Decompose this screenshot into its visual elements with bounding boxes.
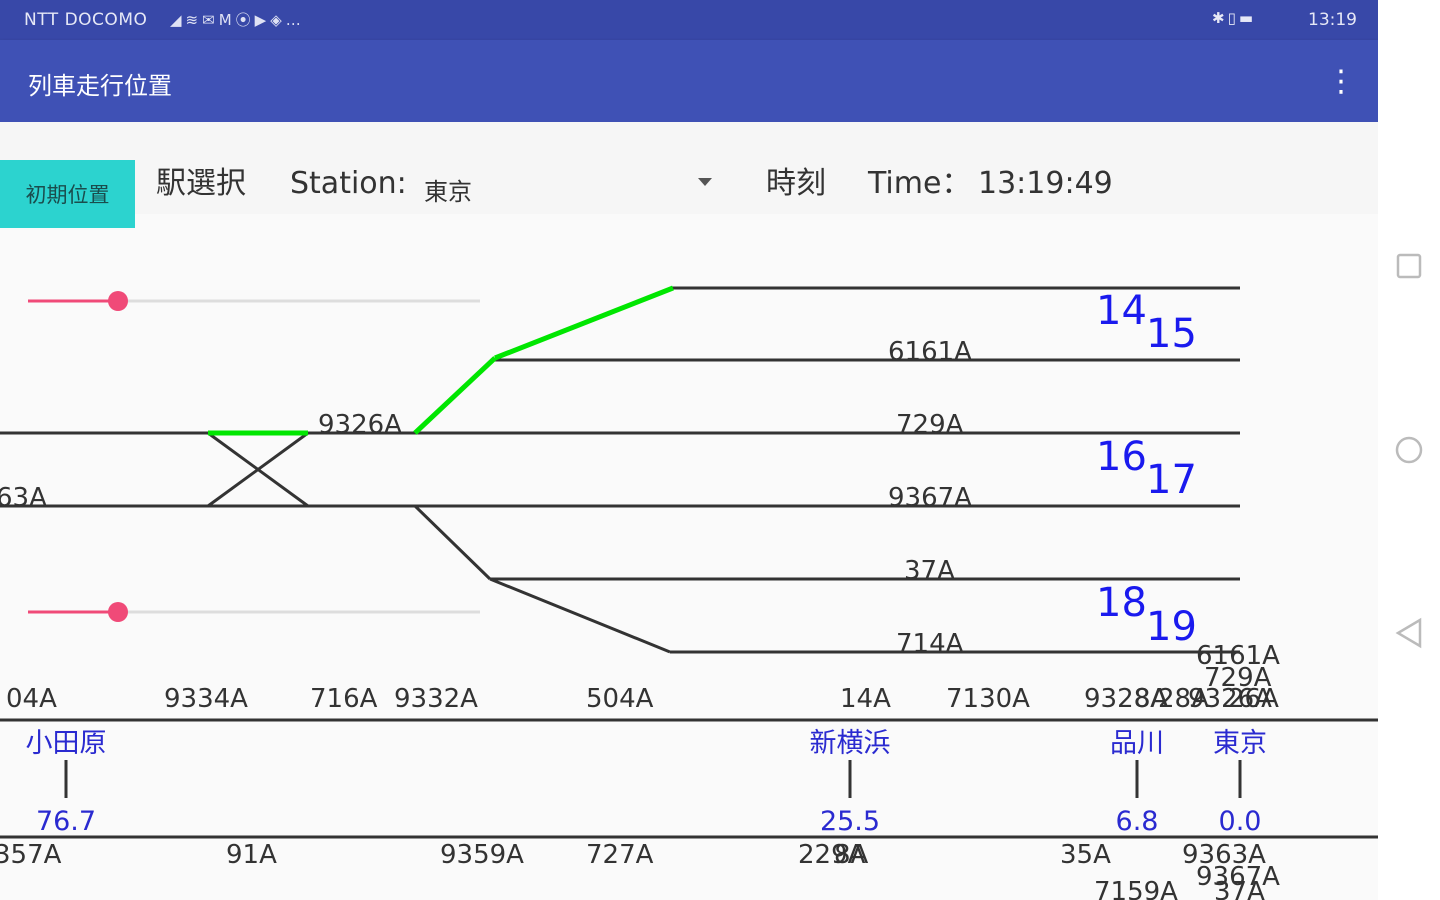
- station-km: 25.5: [820, 806, 880, 837]
- train-label: 7159A: [1094, 877, 1178, 900]
- train-label: 504A: [586, 684, 654, 714]
- station-shinagawa[interactable]: 品川 6.8: [1110, 728, 1164, 837]
- platform-number: 14: [1096, 288, 1147, 334]
- slider-thumb[interactable]: [108, 291, 128, 311]
- lower-slider[interactable]: [28, 602, 480, 622]
- platform-number: 16: [1096, 434, 1147, 480]
- train-label: 9334A: [164, 684, 248, 714]
- train-label: 727A: [586, 840, 654, 870]
- train-label: 716A: [310, 684, 378, 714]
- recent-apps-icon[interactable]: [1396, 253, 1422, 279]
- platform-number: 19: [1146, 604, 1197, 650]
- route-segment: [413, 356, 497, 435]
- station-tokyo[interactable]: 東京 0.0: [1213, 728, 1267, 837]
- station-odawara[interactable]: 小田原 76.7: [26, 728, 107, 837]
- app-screen: NTT DOCOMO ◢≋✉M⦿▶◈… ✱▯▬ 13:19 列車走行位置 ⋮ 初…: [0, 0, 1378, 900]
- train-label: 9367A: [888, 483, 972, 513]
- train-label: 9326A: [318, 410, 402, 440]
- train-label: 26A: [1228, 684, 1279, 714]
- platform-numbers: 14 15 16 17 18 19: [1096, 288, 1197, 650]
- train-label: 9359A: [440, 840, 524, 870]
- home-icon[interactable]: [1395, 436, 1423, 464]
- station-shin-yokohama[interactable]: 新横浜 25.5: [810, 728, 891, 837]
- train-label: 63A: [0, 483, 47, 513]
- station-km: 0.0: [1219, 806, 1262, 837]
- navigation-bar: [1378, 0, 1440, 900]
- upper-train-row: 04A 9334A 716A 9332A 504A 14A 7130A 9328…: [6, 684, 1279, 714]
- train-label: 7130A: [946, 684, 1030, 714]
- station-markers: 小田原 76.7 新横浜 25.5 品川 6.8 東京 0.0: [26, 728, 1268, 837]
- station-km: 6.8: [1116, 806, 1159, 837]
- lower-train-row: 357A 91A 9359A 727A 229A 8A 35A 9363A 93…: [0, 840, 1280, 900]
- train-label: 35A: [1060, 840, 1111, 870]
- branch-19: [489, 577, 671, 654]
- train-label: 6161A: [888, 337, 972, 367]
- train-label: 8A: [834, 840, 869, 870]
- train-label: 37A: [904, 556, 955, 586]
- back-icon[interactable]: [1395, 617, 1422, 649]
- train-label: 357A: [0, 840, 62, 870]
- train-label: 714A: [896, 629, 964, 659]
- platform-number: 15: [1146, 311, 1197, 357]
- route-segment: [494, 285, 674, 361]
- station-km: 76.7: [36, 806, 96, 837]
- track-lines: [0, 286, 1378, 839]
- train-label: 729A: [896, 410, 964, 440]
- train-label: 37A: [1214, 877, 1265, 900]
- station-name: 新横浜: [810, 728, 891, 759]
- train-label: 04A: [6, 684, 57, 714]
- station-name: 小田原: [26, 728, 107, 759]
- upper-slider[interactable]: [28, 291, 480, 311]
- slider-thumb[interactable]: [108, 602, 128, 622]
- track-diagram: 14 15 16 17 18 19 6161A 729A 9367A 37A 7…: [0, 285, 1378, 900]
- nav-buttons: [1395, 253, 1423, 649]
- station-name: 品川: [1110, 728, 1164, 759]
- platform-number: 18: [1096, 580, 1147, 626]
- train-label: 9332A: [394, 684, 478, 714]
- platform-number: 17: [1146, 457, 1197, 503]
- train-label: 14A: [840, 684, 891, 714]
- station-name: 東京: [1213, 728, 1267, 759]
- train-label: 91A: [226, 840, 277, 870]
- branch-18: [413, 504, 492, 581]
